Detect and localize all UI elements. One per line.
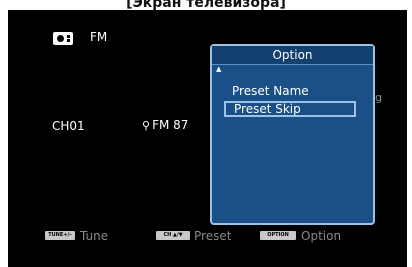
option-preset-name[interactable]: Preset Name xyxy=(224,83,356,99)
hint-tune: Tune xyxy=(80,229,109,243)
tune-button-icon: TUNE+/– xyxy=(45,231,75,240)
channel-button-icon: CH ▲/▼ xyxy=(156,231,190,240)
station-info: ⚲ FM 87 xyxy=(142,118,188,132)
radio-icon xyxy=(53,32,73,45)
station-frequency: FM 87 xyxy=(152,118,189,132)
hint-option: Option xyxy=(301,229,342,243)
popup-title: Option xyxy=(212,46,373,65)
option-preset-skip[interactable]: Preset Skip xyxy=(224,101,356,117)
option-button-icon: OPTION xyxy=(260,231,296,240)
source-label: FM xyxy=(90,30,108,44)
channel-label: CH01 xyxy=(52,119,85,133)
hint-preset: Preset xyxy=(194,229,232,243)
tv-screen: FM CH01 ⚲FM 87 ng Option ▲ Preset Name P… xyxy=(8,10,407,267)
antenna-icon: ⚲ xyxy=(142,119,151,132)
scroll-up-icon: ▲ xyxy=(216,65,222,73)
option-popup: Option ▲ Preset Name Preset Skip xyxy=(210,44,375,225)
